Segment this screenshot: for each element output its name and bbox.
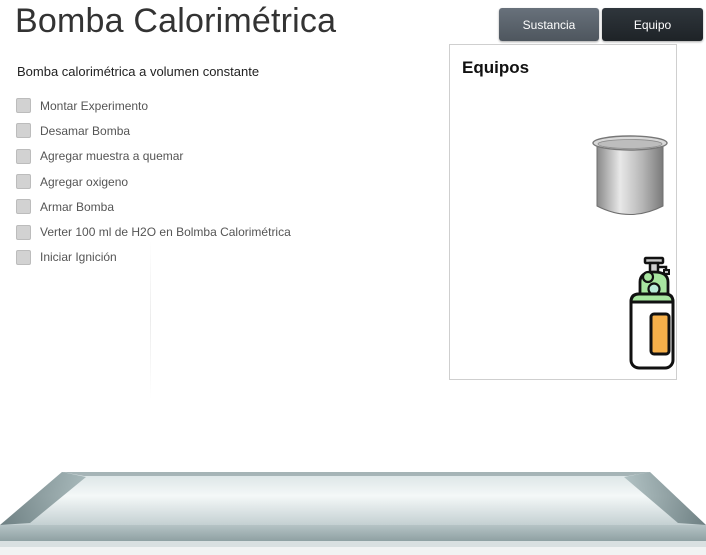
- step-label: Desamar Bomba: [40, 123, 131, 138]
- step-checkbox[interactable]: [16, 98, 31, 114]
- oxygen-cylinder-icon[interactable]: [626, 254, 678, 372]
- step-agregar-muestra[interactable]: Agregar muestra a quemar: [16, 144, 291, 169]
- step-montar-experimento[interactable]: Montar Experimento: [16, 93, 291, 118]
- tab-bar: Sustancia Equipo: [499, 8, 703, 41]
- calorimeter-bucket-icon[interactable]: [591, 133, 669, 217]
- step-iniciar-ignicion[interactable]: Iniciar Ignición: [16, 245, 291, 270]
- step-armar-bomba[interactable]: Armar Bomba: [16, 194, 291, 219]
- step-label: Iniciar Ignición: [40, 250, 117, 265]
- step-label: Agregar oxigeno: [40, 174, 129, 189]
- step-agregar-oxigeno[interactable]: Agregar oxigeno: [16, 169, 291, 194]
- equipment-panel: Equipos: [449, 44, 677, 380]
- step-label: Verter 100 ml de H2O en Bolmba Calorimét…: [40, 225, 291, 240]
- step-label: Montar Experimento: [40, 98, 149, 113]
- step-verter-agua[interactable]: Verter 100 ml de H2O en Bolmba Calorimét…: [16, 219, 291, 244]
- step-checkbox[interactable]: [16, 199, 31, 215]
- step-checkbox[interactable]: [16, 249, 31, 265]
- step-label: Agregar muestra a quemar: [40, 149, 184, 164]
- procedure-title: Bomba calorimétrica a volumen constante: [17, 64, 260, 79]
- step-desamar-bomba[interactable]: Desamar Bomba: [16, 118, 291, 143]
- tab-sustancia[interactable]: Sustancia: [499, 8, 599, 41]
- step-checkbox[interactable]: [16, 148, 31, 164]
- step-checkbox[interactable]: [16, 224, 31, 240]
- tab-equipo[interactable]: Equipo: [602, 8, 703, 41]
- procedure-step-list: Montar Experimento Desamar Bomba Agregar…: [16, 93, 291, 270]
- lab-bench-surface: [0, 472, 706, 555]
- step-checkbox[interactable]: [16, 174, 31, 190]
- page-title: Bomba Calorimétrica: [15, 2, 337, 40]
- column-divider: [150, 240, 151, 400]
- step-checkbox[interactable]: [16, 123, 31, 139]
- equipment-panel-title: Equipos: [462, 58, 530, 77]
- step-label: Armar Bomba: [40, 199, 115, 214]
